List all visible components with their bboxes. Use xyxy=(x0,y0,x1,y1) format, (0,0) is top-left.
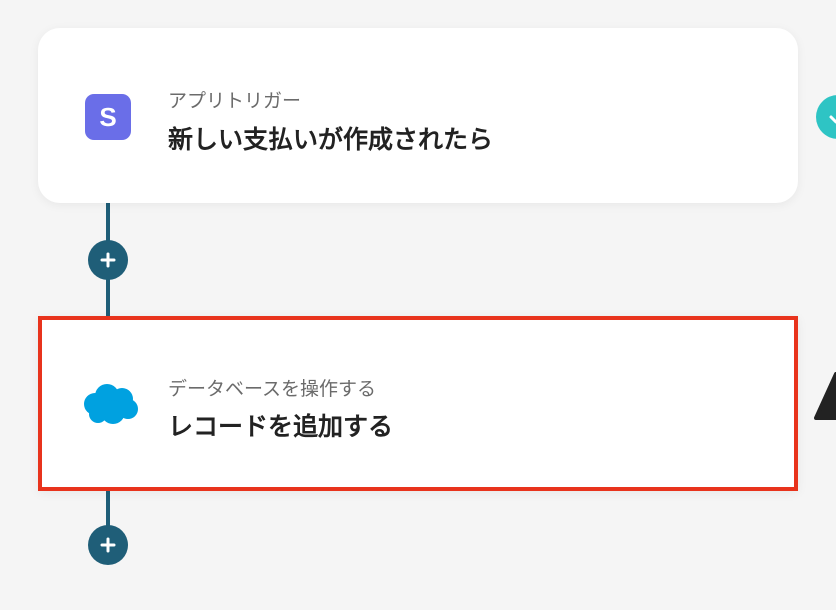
plus-icon xyxy=(100,252,116,268)
add-step-button[interactable] xyxy=(88,525,128,565)
add-step-button[interactable] xyxy=(88,240,128,280)
stripe-icon: S xyxy=(85,94,131,140)
warning-icon xyxy=(814,372,836,422)
step-title: レコードを追加する xyxy=(168,412,394,441)
step-type-label: データベースを操作する xyxy=(168,378,377,400)
step-title: 新しい支払いが作成されたら xyxy=(168,125,494,154)
complete-check-icon xyxy=(816,95,836,139)
plus-icon xyxy=(100,537,116,553)
salesforce-icon xyxy=(80,382,140,428)
trigger-step-card[interactable]: S アプリトリガー 新しい支払いが作成されたら xyxy=(38,28,798,203)
action-step-card[interactable]: データベースを操作する レコードを追加する xyxy=(38,316,798,491)
step-type-label: アプリトリガー xyxy=(168,90,302,112)
svg-text:S: S xyxy=(99,102,116,132)
